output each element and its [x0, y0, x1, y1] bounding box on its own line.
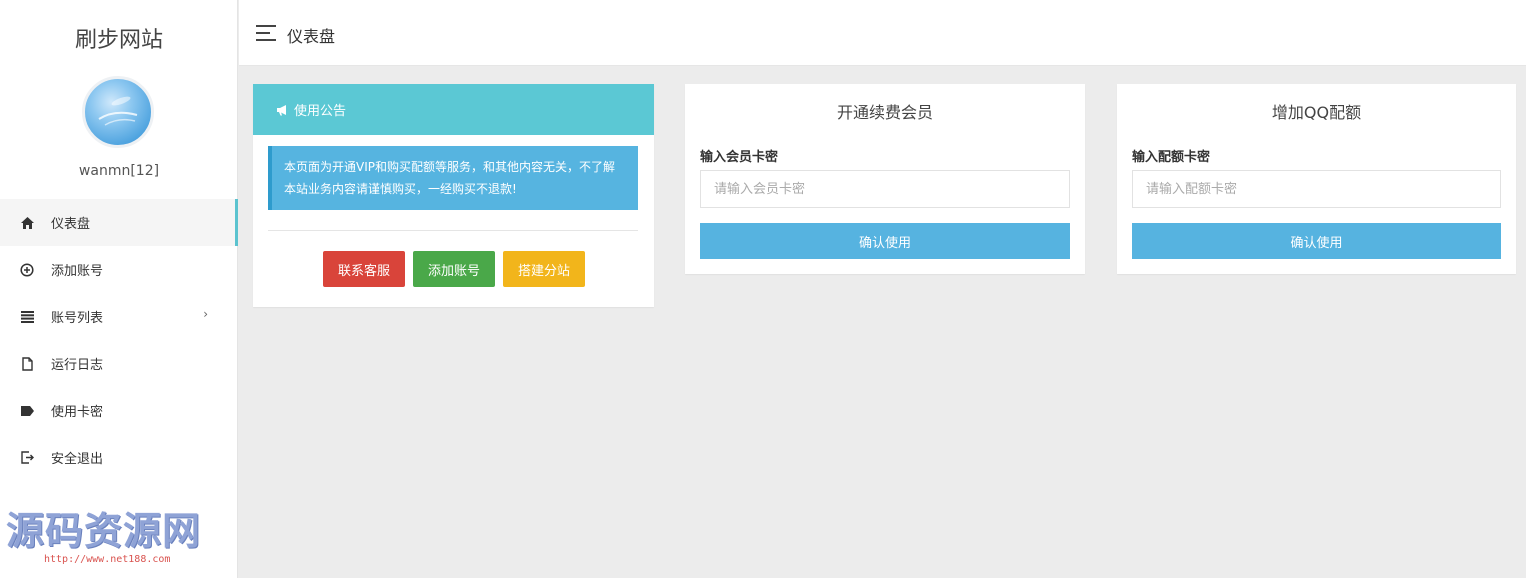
- list-icon: [20, 310, 34, 324]
- notice-card: 使用公告 本页面为开通VIP和购买配额等服务，和其他内容无关，不了解本站业务内容…: [253, 84, 654, 307]
- brand-title: 刷步网站: [74, 28, 163, 53]
- vip-key-input[interactable]: [700, 170, 1070, 208]
- sidebar-item-label: 仪表盘: [51, 217, 91, 232]
- logout-icon: [20, 451, 34, 465]
- sidebar: 刷步网站 wanmn[12] 仪表盘 添加账号 账号列表 › 运行日志 使用卡密…: [0, 0, 238, 578]
- vip-card: 开通续费会员 输入会员卡密 确认使用: [685, 84, 1085, 274]
- sidebar-item-label: 安全退出: [51, 452, 104, 467]
- vip-key-label: 输入会员卡密: [700, 150, 779, 165]
- file-icon: [20, 356, 34, 371]
- hamburger-menu-icon[interactable]: [256, 25, 276, 41]
- sidebar-item-label: 添加账号: [51, 264, 104, 279]
- sidebar-item-label: 使用卡密: [51, 405, 104, 420]
- avatar-image: [98, 96, 138, 126]
- contact-support-button[interactable]: 联系客服: [323, 251, 405, 287]
- topbar: 仪表盘: [239, 0, 1526, 66]
- vip-card-title: 开通续费会员: [836, 103, 933, 122]
- qq-quota-card-title: 增加QQ配额: [1271, 103, 1362, 122]
- page-title: 仪表盘: [287, 27, 336, 46]
- plus-circle-icon: [20, 262, 34, 277]
- notice-text: 本页面为开通VIP和购买配额等服务，和其他内容无关，不了解本站业务内容请谨慎购买…: [268, 146, 638, 210]
- watermark-url: http://www.net188.com: [44, 554, 171, 565]
- add-account-button[interactable]: 添加账号: [413, 251, 495, 287]
- vip-confirm-button[interactable]: 确认使用: [700, 223, 1070, 259]
- home-icon: [20, 216, 34, 230]
- quota-key-label: 输入配额卡密: [1132, 150, 1211, 165]
- sidebar-item-dashboard[interactable]: 仪表盘: [0, 199, 238, 246]
- sidebar-item-account-list[interactable]: 账号列表 ›: [0, 293, 238, 340]
- notice-title: 使用公告: [294, 104, 347, 119]
- sidebar-nav: 仪表盘 添加账号 账号列表 › 运行日志 使用卡密 安全退出: [0, 199, 238, 481]
- watermark-title: 源码资源网: [6, 508, 202, 553]
- sidebar-item-label: 账号列表: [51, 311, 104, 326]
- avatar[interactable]: [82, 76, 154, 148]
- tag-icon: [20, 404, 34, 418]
- divider: [268, 230, 638, 231]
- chevron-right-icon: ›: [203, 307, 208, 321]
- build-substation-button[interactable]: 搭建分站: [503, 251, 585, 287]
- sidebar-item-logout[interactable]: 安全退出: [0, 434, 238, 481]
- megaphone-icon: [277, 104, 286, 115]
- quota-key-input[interactable]: [1132, 170, 1501, 208]
- quota-confirm-button[interactable]: 确认使用: [1132, 223, 1501, 259]
- qq-quota-card: 增加QQ配额 输入配额卡密 确认使用: [1117, 84, 1516, 274]
- sidebar-item-use-card[interactable]: 使用卡密: [0, 387, 238, 434]
- username: wanmn[12]: [78, 163, 160, 179]
- sidebar-item-label: 运行日志: [51, 358, 104, 373]
- sidebar-item-add-account[interactable]: 添加账号: [0, 246, 238, 293]
- notice-header: 使用公告: [253, 84, 654, 135]
- watermark: 源码资源网 http://www.net188.com: [6, 508, 202, 566]
- sidebar-item-run-log[interactable]: 运行日志: [0, 340, 238, 387]
